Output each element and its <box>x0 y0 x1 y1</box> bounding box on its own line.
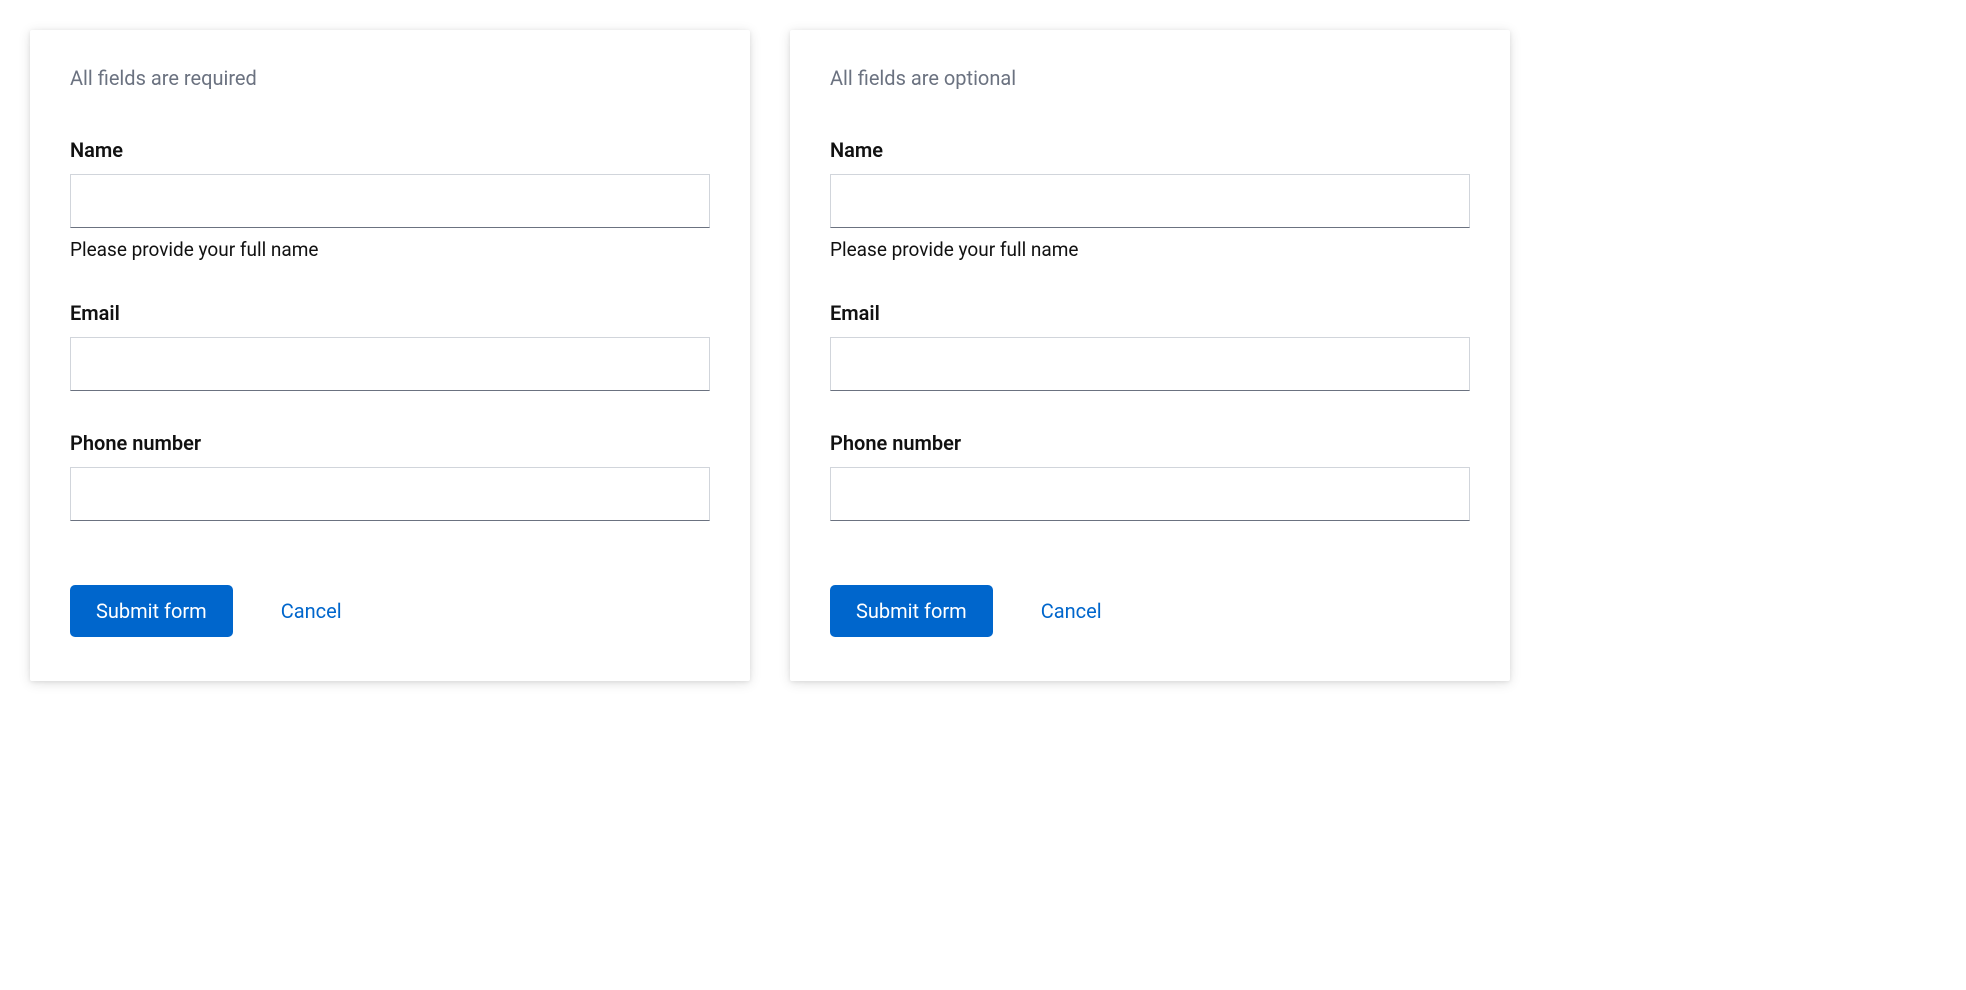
email-input[interactable] <box>70 337 710 391</box>
form-caption: All fields are required <box>70 66 710 90</box>
name-input[interactable] <box>70 174 710 228</box>
phone-label: Phone number <box>70 431 710 455</box>
phone-input[interactable] <box>830 467 1470 521</box>
name-field-group: Name Please provide your full name <box>830 138 1470 261</box>
email-input[interactable] <box>830 337 1470 391</box>
submit-button[interactable]: Submit form <box>830 585 993 637</box>
phone-input[interactable] <box>70 467 710 521</box>
form-caption: All fields are optional <box>830 66 1470 90</box>
phone-field-group: Phone number <box>830 431 1470 521</box>
form-optional: All fields are optional Name Please prov… <box>790 30 1510 681</box>
name-helper-text: Please provide your full name <box>70 238 710 261</box>
form-actions: Submit form Cancel <box>830 585 1470 637</box>
form-required: All fields are required Name Please prov… <box>30 30 750 681</box>
name-field-group: Name Please provide your full name <box>70 138 710 261</box>
cancel-button[interactable]: Cancel <box>281 599 342 623</box>
cancel-button[interactable]: Cancel <box>1041 599 1102 623</box>
email-field-group: Email <box>830 301 1470 391</box>
submit-button[interactable]: Submit form <box>70 585 233 637</box>
email-label: Email <box>830 301 1470 325</box>
phone-label: Phone number <box>830 431 1470 455</box>
form-actions: Submit form Cancel <box>70 585 710 637</box>
name-label: Name <box>830 138 1470 162</box>
email-field-group: Email <box>70 301 710 391</box>
email-label: Email <box>70 301 710 325</box>
name-label: Name <box>70 138 710 162</box>
name-input[interactable] <box>830 174 1470 228</box>
phone-field-group: Phone number <box>70 431 710 521</box>
name-helper-text: Please provide your full name <box>830 238 1470 261</box>
